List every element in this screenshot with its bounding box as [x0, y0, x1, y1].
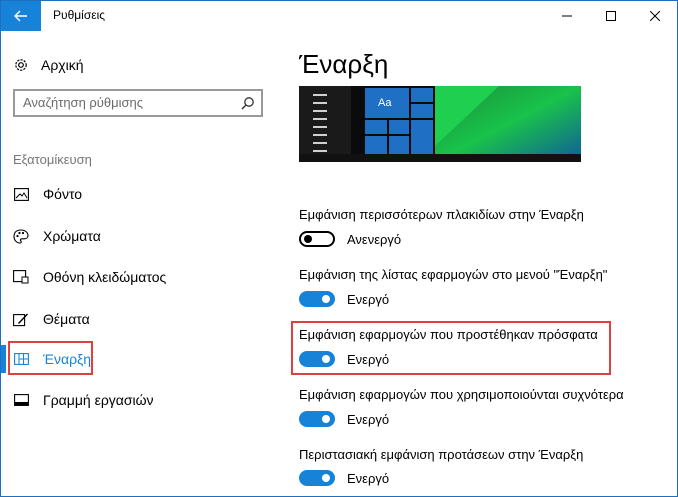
toggle-knob [322, 355, 330, 363]
gear-icon [15, 59, 27, 71]
setting-app-list-label: Εμφάνιση της λίστας εφαρμογών στο μενού … [299, 267, 608, 282]
setting-recent-apps-label: Εμφάνιση εφαρμογών που προστέθηκαν πρόσφ… [299, 327, 598, 342]
setting-recent-apps: Ενεργό [299, 349, 389, 369]
start-menu-preview-graphic: Aa [299, 86, 581, 162]
setting-more-tiles-label: Εμφάνιση περισσότερων πλακιδίων στην Ένα… [299, 207, 584, 222]
start-icon [13, 353, 29, 365]
sidebar-item-label: Έναρξη [43, 351, 92, 367]
most-used-toggle[interactable] [299, 411, 335, 427]
toggle-knob [322, 295, 330, 303]
settings-window: Ρυθμίσεις Αρχική Εξατομίκευση [0, 0, 678, 497]
taskbar-icon [13, 394, 29, 406]
sidebar-home[interactable]: Αρχική [13, 55, 84, 75]
sidebar-item-label: Χρώματα [43, 228, 101, 244]
minimize-icon [562, 15, 572, 17]
lock-screen-icon [13, 270, 29, 284]
sidebar-home-label: Αρχική [41, 57, 84, 73]
sidebar-item-label: Οθόνη κλειδώματος [43, 269, 167, 285]
setting-more-tiles: Ανενεργό [299, 229, 401, 249]
close-button[interactable] [633, 1, 677, 31]
sidebar-item-label: Φόντο [43, 186, 83, 202]
maximize-icon [606, 11, 616, 21]
sidebar-item-colors[interactable]: Χρώματα [13, 225, 101, 247]
preview-tile-text: Aa [378, 97, 392, 109]
more-tiles-toggle[interactable] [299, 231, 335, 247]
toggle-state-label: Ανενεργό [347, 231, 402, 247]
app-list-toggle[interactable] [299, 291, 335, 307]
toggle-state-label: Ενεργό [347, 351, 390, 367]
toggle-state-label: Ενεργό [347, 470, 390, 486]
setting-most-used-label: Εμφάνιση εφαρμογών που χρησιμοποιούνται … [299, 387, 624, 402]
toggle-state-label: Ενεργό [347, 291, 390, 307]
toggle-state-label: Ενεργό [347, 411, 390, 427]
palette-icon [13, 228, 29, 244]
toggle-knob [304, 235, 312, 243]
section-label: Εξατομίκευση [13, 152, 92, 167]
recent-apps-toggle[interactable] [299, 351, 335, 367]
themes-icon [13, 313, 28, 326]
sidebar-item-label: Γραμμή εργασιών [43, 392, 154, 408]
sidebar-item-background[interactable]: Φόντο [13, 183, 82, 205]
close-icon [650, 11, 660, 21]
minimize-button[interactable] [545, 1, 589, 31]
active-indicator [1, 345, 6, 373]
search-input[interactable] [23, 95, 233, 110]
setting-app-list: Ενεργό [299, 289, 389, 309]
maximize-button[interactable] [589, 1, 633, 31]
sidebar-item-label: Θέματα [43, 311, 90, 327]
setting-most-used: Ενεργό [299, 409, 389, 429]
search-icon[interactable] [241, 96, 255, 110]
title-bar: Ρυθμίσεις [1, 1, 677, 31]
search-field[interactable] [13, 89, 263, 117]
picture-icon [13, 187, 29, 201]
sidebar-item-taskbar[interactable]: Γραμμή εργασιών [13, 389, 154, 411]
sidebar: Αρχική Εξατομίκευση Φόντο [1, 31, 279, 496]
toggle-knob [322, 474, 330, 482]
sidebar-item-start[interactable]: Έναρξη [13, 348, 91, 370]
sidebar-item-themes[interactable]: Θέματα [13, 308, 90, 330]
setting-suggestions-label: Περιστασιακή εμφάνιση προτάσεων στην Ένα… [299, 447, 584, 462]
toggle-knob [322, 415, 330, 423]
suggestions-toggle[interactable] [299, 470, 335, 486]
window-title: Ρυθμίσεις [53, 8, 106, 22]
setting-suggestions-row: Ενεργό [299, 468, 389, 488]
sidebar-item-lock-screen[interactable]: Οθόνη κλειδώματος [13, 266, 166, 288]
start-preview-image: Aa [299, 86, 581, 162]
main-content: Έναρξη Aa Εμφάνιση περισσότερων πλακιδίω… [279, 31, 677, 496]
back-button[interactable] [1, 1, 41, 31]
back-arrow-icon [14, 10, 27, 22]
page-title: Έναρξη [299, 49, 389, 79]
